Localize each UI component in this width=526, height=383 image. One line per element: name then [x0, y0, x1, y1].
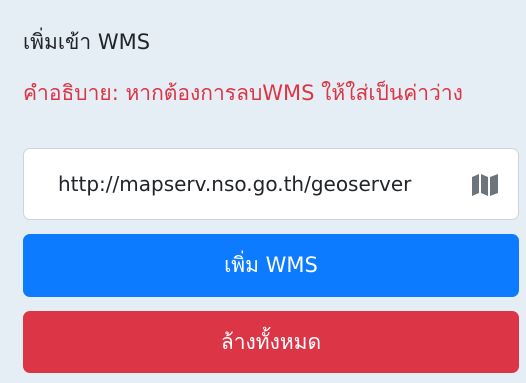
clear-all-button[interactable]: ล้างทั้งหมด — [23, 311, 519, 373]
wms-panel-title: เพิ่มเข้า WMS — [23, 30, 151, 54]
wms-description: คำอธิบาย: หากต้องการลบWMS ให้ใส่เป็นค่าว… — [23, 81, 463, 105]
add-wms-button[interactable]: เพิ่ม WMS — [23, 234, 519, 297]
wms-url-input[interactable] — [24, 149, 444, 219]
map-icon[interactable] — [472, 174, 498, 196]
wms-url-field — [23, 148, 519, 220]
wms-panel: เพิ่มเข้า WMS คำอธิบาย: หากต้องการลบWMS … — [0, 0, 526, 383]
